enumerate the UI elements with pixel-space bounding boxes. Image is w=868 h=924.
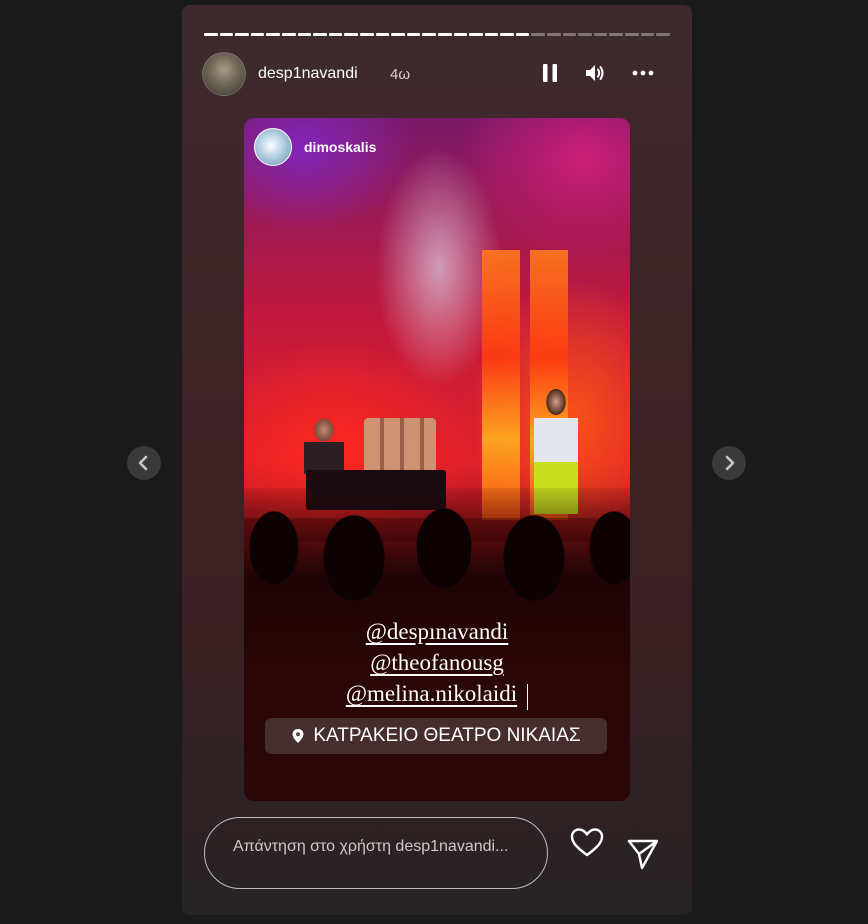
chevron-right-icon [725,455,735,471]
progress-segment [484,33,499,36]
mention-tag[interactable]: @theofanousg [244,647,630,678]
location-pin-icon [292,729,304,743]
mention-tags: @despınavandi @theofanousg @melina.nikol… [244,616,630,712]
progress-segment [406,33,421,36]
progress-segment [250,33,265,36]
chevron-left-icon [138,455,148,471]
avatar[interactable] [202,52,246,96]
progress-segment [469,33,483,36]
next-story-button[interactable] [712,446,746,480]
progress-segment [375,33,390,36]
progress-segment [547,33,561,36]
progress-segment [204,33,218,36]
progress-segment [437,33,452,36]
more-options-button[interactable] [631,61,655,85]
progress-segment [625,33,639,36]
progress-segment [515,33,530,36]
progress-segment [359,33,374,36]
reply-input[interactable]: Απάντηση στο χρήστη desp1navandi... [204,817,548,889]
location-sticker[interactable]: ΚΑΤΡΑΚΕΙΟ ΘΕΑΤΡΟ ΝΙΚΑΙΑΣ [265,718,607,754]
previous-story-button[interactable] [127,446,161,480]
progress-segment [640,33,655,36]
location-label: ΚΑΤΡΑΚΕΙΟ ΘΕΑΤΡΟ ΝΙΚΑΙΑΣ [313,725,581,746]
mention-tag[interactable]: @melina.nikolaidi [346,681,517,706]
progress-segment [609,33,624,36]
story-username[interactable]: desp1navandi [258,65,358,83]
progress-segment [422,33,436,36]
progress-segment [219,33,234,36]
progress-segment [578,33,592,36]
progress-segment [562,33,577,36]
reply-placeholder: Απάντηση στο χρήστη desp1navandi... [233,838,509,855]
progress-segment [656,33,670,36]
heart-icon [570,828,604,857]
story-viewer: desp1navandi 4ω dimoskalis @despınavandi… [182,5,692,915]
volume-icon [586,65,604,81]
pause-icon [543,64,557,82]
progress-segment [235,33,249,36]
repost-attribution[interactable]: dimoskalis [254,128,376,166]
more-options-icon [632,70,654,76]
story-progress-bar [204,33,670,36]
share-button[interactable] [626,837,660,871]
progress-segment [297,33,312,36]
story-header: desp1navandi 4ω [202,52,672,96]
pause-button[interactable] [538,61,562,85]
story-age: 4ω [390,66,411,83]
progress-segment [328,33,343,36]
send-icon [627,839,659,870]
progress-segment [500,33,514,36]
progress-segment [391,33,405,36]
like-button[interactable] [570,827,604,859]
repost-avatar[interactable] [254,128,292,166]
progress-segment [593,33,608,36]
progress-segment [531,33,546,36]
text-cursor [527,683,529,710]
progress-segment [313,33,327,36]
progress-segment [266,33,280,36]
progress-segment [453,33,468,36]
story-media[interactable]: dimoskalis @despınavandi @theofanousg @m… [244,118,630,801]
progress-segment [344,33,358,36]
volume-button[interactable] [583,61,607,85]
mention-tag[interactable]: @despınavandi [244,616,630,647]
repost-username[interactable]: dimoskalis [304,139,376,155]
progress-segment [281,33,296,36]
